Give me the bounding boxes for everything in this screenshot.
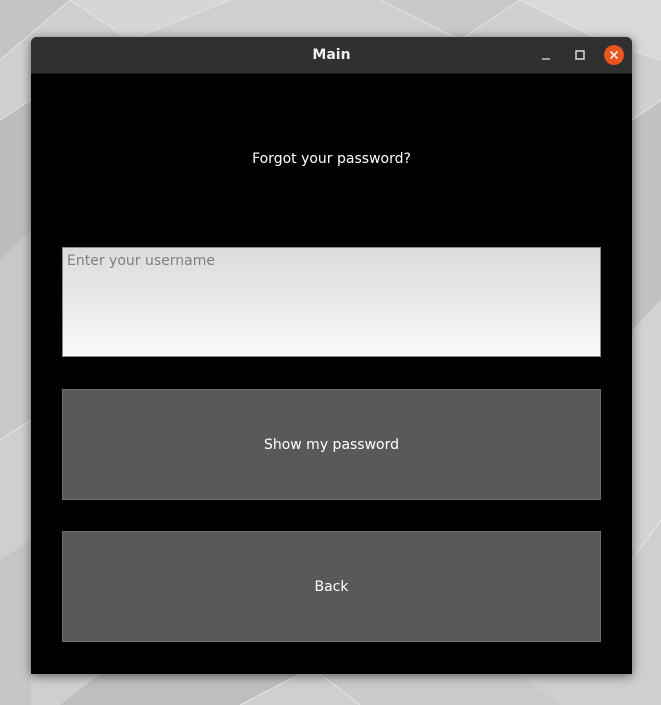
show-password-button[interactable]: Show my password [62, 389, 601, 500]
window-titlebar[interactable]: Main [31, 37, 632, 74]
minimize-icon [542, 58, 550, 60]
forgot-password-heading: Forgot your password? [252, 151, 411, 167]
close-button[interactable] [604, 45, 624, 65]
back-button[interactable]: Back [62, 531, 601, 642]
maximize-icon [575, 50, 585, 60]
minimize-button[interactable] [536, 45, 556, 65]
maximize-button[interactable] [570, 45, 590, 65]
main-window: Main Forgot your password? Show my passw… [31, 37, 632, 674]
close-icon [609, 50, 619, 60]
username-input[interactable] [62, 247, 601, 357]
